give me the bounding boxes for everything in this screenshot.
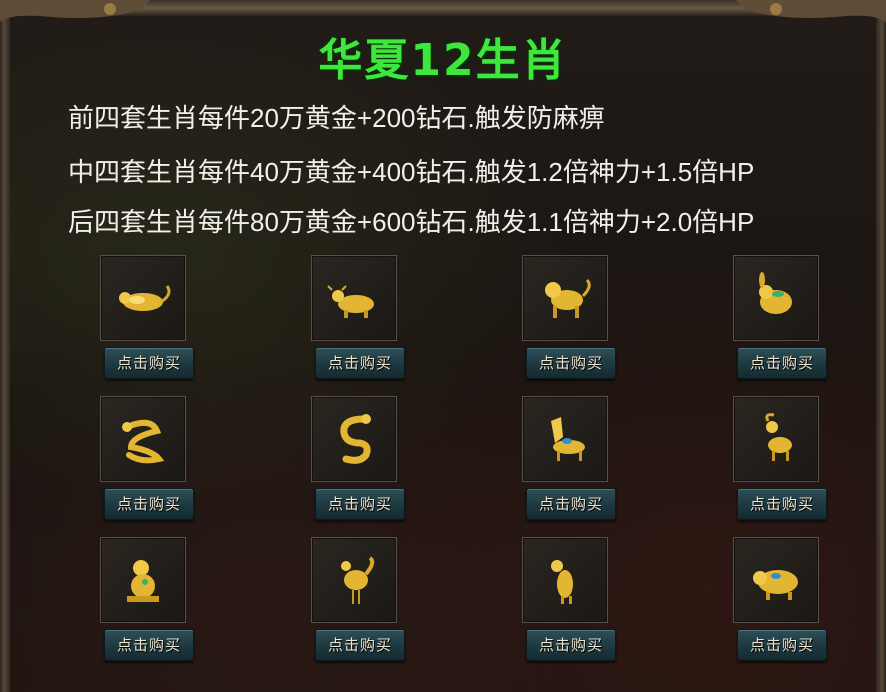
description-line-back: 后四套生肖每件80万黄金+600钻石.触发1.1倍神力+2.0倍HP: [68, 207, 755, 237]
frame-left-border: [0, 0, 10, 692]
dragon-icon: [122, 419, 165, 464]
item-slot-pig[interactable]: [733, 537, 819, 623]
goat-icon: [765, 413, 792, 461]
item-slot-rat[interactable]: [100, 255, 186, 341]
item-slot-tiger[interactable]: [522, 255, 608, 341]
item-slot-snake[interactable]: [311, 396, 397, 482]
frame-right-border: [876, 0, 886, 692]
ox-icon: [327, 285, 374, 318]
buy-button-monkey[interactable]: 点击购买: [104, 629, 194, 661]
buy-button-pig[interactable]: 点击购买: [737, 629, 827, 661]
buy-button-horse[interactable]: 点击购买: [526, 488, 616, 520]
pig-icon: [753, 570, 798, 600]
page-title: 华夏12生肖: [318, 35, 568, 86]
snake-icon: [340, 414, 371, 464]
buy-button-rabbit[interactable]: 点击购买: [737, 347, 827, 379]
item-slot-monkey[interactable]: [100, 537, 186, 623]
item-slot-dog[interactable]: [522, 537, 608, 623]
buy-button-dog[interactable]: 点击购买: [526, 629, 616, 661]
buy-button-rat[interactable]: 点击购买: [104, 347, 194, 379]
buy-button-tiger[interactable]: 点击购买: [526, 347, 616, 379]
buy-button-rooster[interactable]: 点击购买: [315, 629, 405, 661]
buy-button-snake[interactable]: 点击购买: [315, 488, 405, 520]
item-slot-rooster[interactable]: [311, 537, 397, 623]
monkey-icon: [127, 560, 159, 602]
horse-icon: [551, 417, 585, 461]
description-line-front: 前四套生肖每件20万黄金+200钻石.触发防麻痹: [68, 103, 605, 133]
buy-button-goat[interactable]: 点击购买: [737, 488, 827, 520]
rat-icon: [119, 285, 171, 311]
rooster-icon: [341, 556, 375, 604]
frame-corner-ornament-right: [736, 0, 886, 22]
item-slot-dragon[interactable]: [100, 396, 186, 482]
description-line-middle: 中四套生肖每件40万黄金+400钻石.触发1.2倍神力+1.5倍HP: [68, 157, 755, 187]
item-slot-ox[interactable]: [311, 255, 397, 341]
frame-corner-ornament-left: [0, 0, 150, 22]
item-slot-rabbit[interactable]: [733, 255, 819, 341]
item-slot-horse[interactable]: [522, 396, 608, 482]
buy-button-ox[interactable]: 点击购买: [315, 347, 405, 379]
zodiac-shop-panel: 华夏12生肖 前四套生肖每件20万黄金+200钻石.触发防麻痹 中四套生肖每件4…: [0, 0, 886, 692]
buy-button-dragon[interactable]: 点击购买: [104, 488, 194, 520]
item-slot-goat[interactable]: [733, 396, 819, 482]
tiger-icon: [545, 278, 591, 318]
rabbit-icon: [759, 272, 792, 314]
dog-icon: [551, 560, 573, 604]
